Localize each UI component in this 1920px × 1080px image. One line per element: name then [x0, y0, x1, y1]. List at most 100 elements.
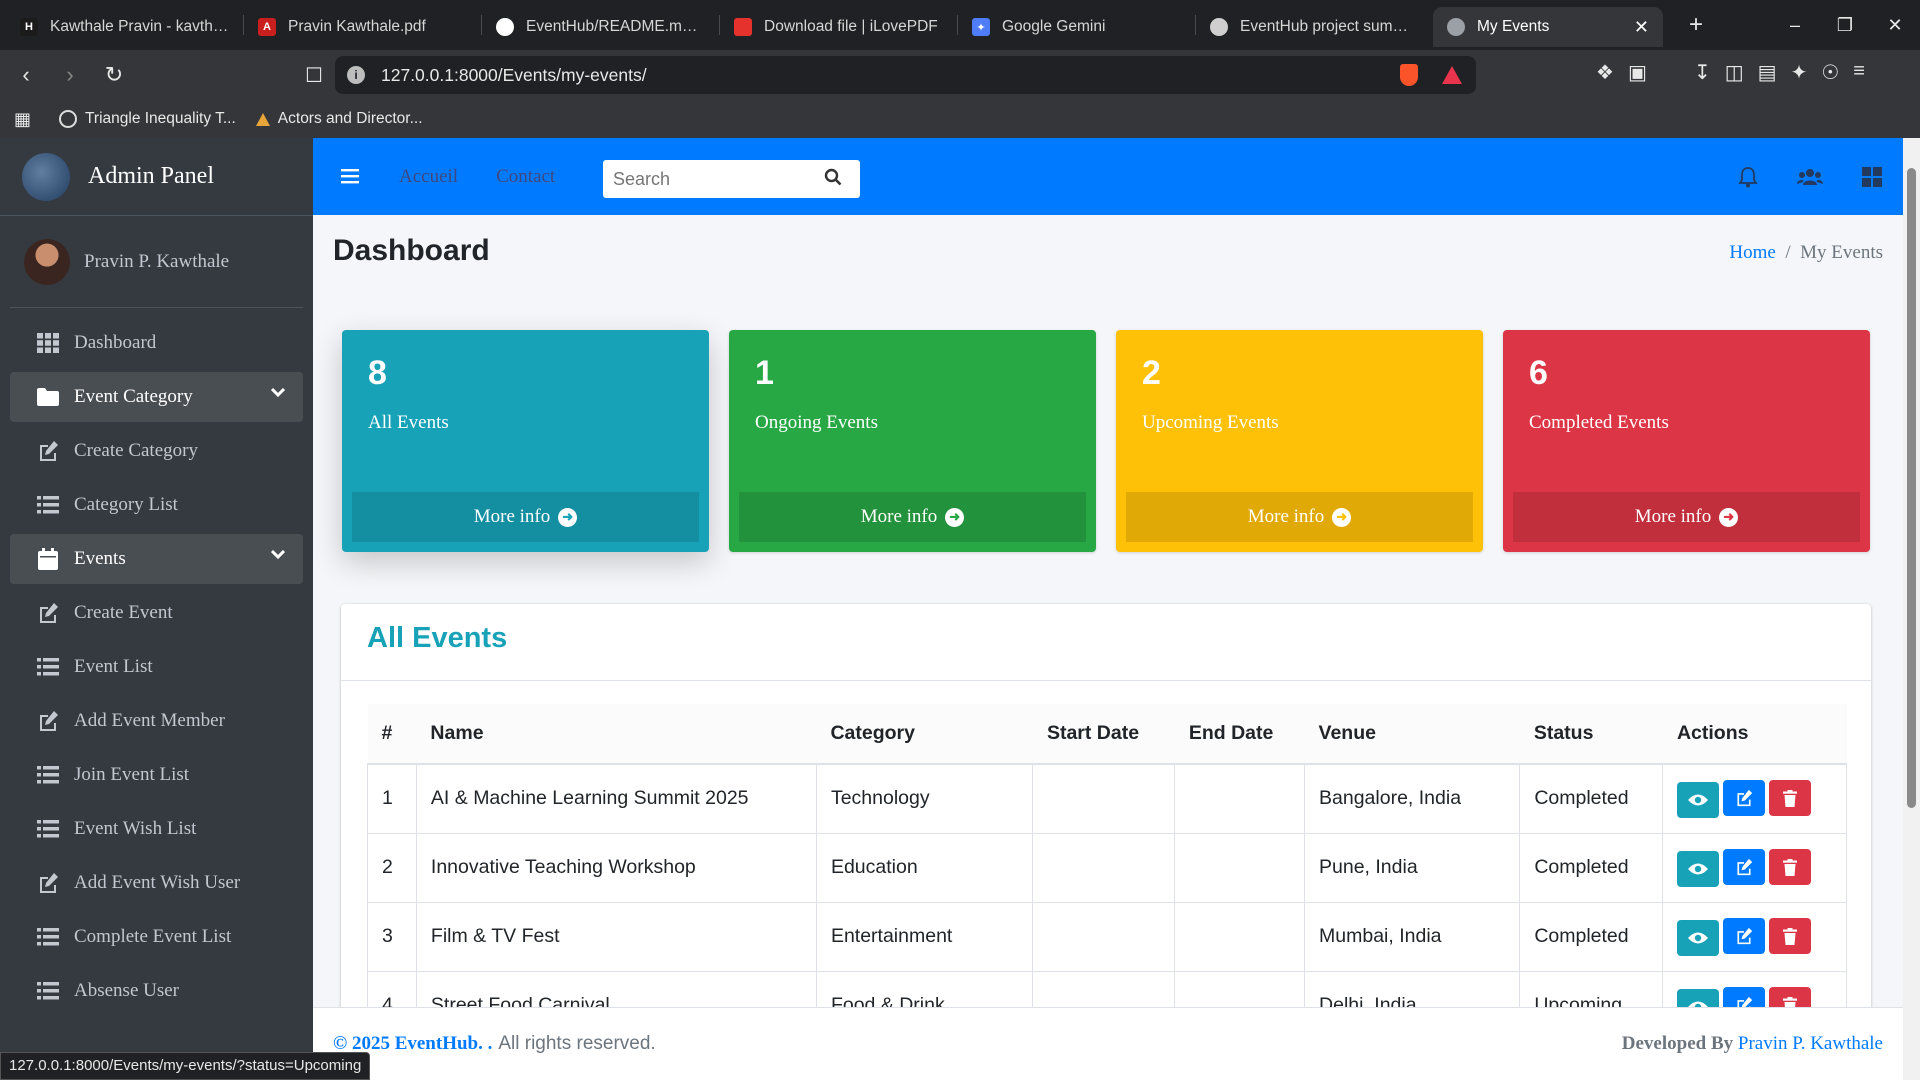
cell-end — [1174, 763, 1306, 834]
stat-count: 2 — [1142, 354, 1161, 392]
sidebar-item-event-list[interactable]: Event List — [10, 642, 303, 692]
download-icon[interactable]: ↧ — [1694, 60, 1711, 85]
sidebar-toggle-icon[interactable]: ◫ — [1725, 60, 1744, 85]
sidebar-item-events[interactable]: Events — [10, 534, 303, 584]
sidebar-item-event-category[interactable]: Event Category — [10, 372, 303, 422]
tab-title: Download file | iLovePDF — [764, 18, 938, 35]
nav-link-contact[interactable]: Contact — [496, 166, 555, 188]
browser-toolbar: ‹ › ↻ ☐ i 127.0.0.1:8000/Events/my-event… — [0, 50, 1920, 100]
browser-tab[interactable]: ✦ Google Gemini — [958, 7, 1195, 47]
browser-tab[interactable]: A Pravin Kawthale.pdf — [244, 7, 481, 47]
edit-button[interactable] — [1723, 917, 1766, 954]
scrollbar-thumb[interactable] — [1907, 168, 1916, 808]
bookmark-label: Triangle Inequality T... — [85, 110, 236, 127]
sidebar-item-absense-user[interactable]: Absense User — [10, 966, 303, 1016]
stat-label: Completed Events — [1529, 412, 1669, 433]
footer-rights: All rights reserved. — [498, 1033, 656, 1054]
user-panel[interactable]: Pravin P. Kawthale — [10, 216, 303, 308]
breadcrumb-current: My Events — [1800, 242, 1883, 263]
browser-tab[interactable]: EventHub/README.md at — [482, 7, 719, 47]
list-icon — [36, 817, 60, 841]
calendar-icon — [36, 547, 60, 571]
developer-link[interactable]: Pravin P. Kawthale — [1738, 1033, 1883, 1054]
sidebar-item-create-event[interactable]: Create Event — [10, 588, 303, 638]
cell-actions — [1662, 763, 1847, 834]
delete-button[interactable] — [1769, 918, 1812, 954]
sidebar-item-join-event-list[interactable]: Join Event List — [10, 750, 303, 800]
delete-button[interactable] — [1769, 780, 1812, 817]
apps-icon[interactable]: ▦ — [14, 109, 31, 130]
restore-icon[interactable]: ❐ — [1820, 0, 1870, 50]
page-scrollbar[interactable] — [1903, 138, 1920, 1080]
tab-favicon-icon — [1447, 18, 1465, 36]
more-info-link[interactable]: More info ➜ — [739, 492, 1086, 542]
sidebar-item-event-wish-list[interactable]: Event Wish List — [10, 804, 303, 854]
view-button[interactable] — [1677, 850, 1720, 887]
brave-shield-icon[interactable] — [1400, 64, 1418, 86]
brand[interactable]: Admin Panel — [0, 138, 313, 216]
search-input[interactable] — [603, 168, 818, 190]
sidebar-item-add-event-member[interactable]: Add Event Member — [10, 696, 303, 746]
site-info-icon[interactable]: i — [347, 66, 365, 84]
sidebar-item-label: Event Category — [74, 386, 193, 407]
sidebar-item-label: Complete Event List — [74, 926, 232, 947]
nav-link-accueil[interactable]: Accueil — [399, 166, 458, 188]
toolbar-icons: ↧ ◫ ▤ ✦ ☉ ≡ — [1694, 60, 1865, 85]
list-icon — [36, 925, 60, 949]
grid-apps-icon[interactable] — [1841, 166, 1903, 187]
tab-title: EventHub project summar — [1240, 18, 1419, 35]
search-icon[interactable] — [824, 168, 842, 191]
minimize-icon[interactable]: – — [1770, 0, 1820, 50]
tab-title: Google Gemini — [1002, 18, 1106, 35]
address-bar[interactable]: i 127.0.0.1:8000/Events/my-events/ — [335, 56, 1476, 94]
forward-icon[interactable]: › — [52, 57, 88, 93]
sidebar-item-dashboard[interactable]: Dashboard — [10, 318, 303, 368]
close-window-icon[interactable]: ✕ — [1870, 0, 1920, 50]
developed-by-label: Developed By — [1621, 1033, 1734, 1054]
tab-title: My Events — [1477, 18, 1550, 35]
edit-button[interactable] — [1723, 848, 1766, 885]
sidebar-item-add-event-wish-user[interactable]: Add Event Wish User — [10, 858, 303, 908]
tab-favicon-icon: H — [20, 18, 38, 36]
more-info-link[interactable]: More info ➜ — [1513, 492, 1860, 542]
sidebar-item-label: Event Wish List — [74, 818, 197, 839]
bookmark-item[interactable]: Triangle Inequality T... — [59, 110, 236, 128]
delete-button[interactable] — [1769, 849, 1812, 885]
edit-icon — [36, 709, 60, 733]
cell-category: Education — [815, 832, 1034, 903]
sidebar-item-complete-event-list[interactable]: Complete Event List — [10, 912, 303, 962]
brave-rewards-icon[interactable] — [1442, 66, 1462, 84]
cell-name: Film & TV Fest — [415, 901, 817, 972]
more-info-link[interactable]: More info ➜ — [352, 492, 699, 542]
users-icon[interactable] — [1779, 167, 1841, 187]
bookmark-icon[interactable]: ☐ — [296, 57, 332, 93]
hamburger-icon[interactable] — [341, 164, 361, 190]
browser-tab[interactable]: My Events ✕ — [1433, 7, 1663, 47]
back-icon[interactable]: ‹ — [8, 57, 44, 93]
browser-tab[interactable]: Download file | iLovePDF — [720, 7, 957, 47]
edit-button[interactable] — [1723, 779, 1766, 816]
stat-box-completed-events: 6 Completed Events More info ➜ — [1503, 330, 1870, 552]
tab-close-icon[interactable]: ✕ — [1634, 17, 1649, 38]
extensions-icon[interactable]: ❖ — [1596, 60, 1614, 85]
breadcrumb-home[interactable]: Home — [1729, 242, 1775, 263]
sidebar-item-category-list[interactable]: Category List — [10, 480, 303, 530]
browser-tab[interactable]: H Kawthale Pravin - kavthale — [6, 7, 243, 47]
wallet-icon[interactable]: ▤ — [1758, 60, 1777, 85]
menu-icon[interactable]: ≡ — [1853, 60, 1865, 85]
page-search-icon[interactable]: ▣ — [1628, 60, 1647, 85]
bell-icon[interactable] — [1717, 166, 1779, 188]
vpn-icon[interactable]: ☉ — [1821, 60, 1839, 85]
view-button[interactable] — [1677, 781, 1720, 818]
sidebar-item-label: Event List — [74, 656, 153, 677]
view-button[interactable] — [1677, 919, 1720, 956]
browser-tab[interactable]: EventHub project summar — [1196, 7, 1433, 47]
leo-icon[interactable]: ✦ — [1791, 60, 1808, 85]
reload-icon[interactable]: ↻ — [96, 57, 132, 93]
tab-title: Pravin Kawthale.pdf — [288, 18, 426, 35]
sidebar-item-create-category[interactable]: Create Category — [10, 426, 303, 476]
more-info-link[interactable]: More info ➜ — [1126, 492, 1473, 542]
page-title: Dashboard — [333, 234, 490, 267]
bookmark-item[interactable]: Actors and Director... — [255, 110, 423, 128]
new-tab-button[interactable]: + — [1681, 11, 1711, 39]
